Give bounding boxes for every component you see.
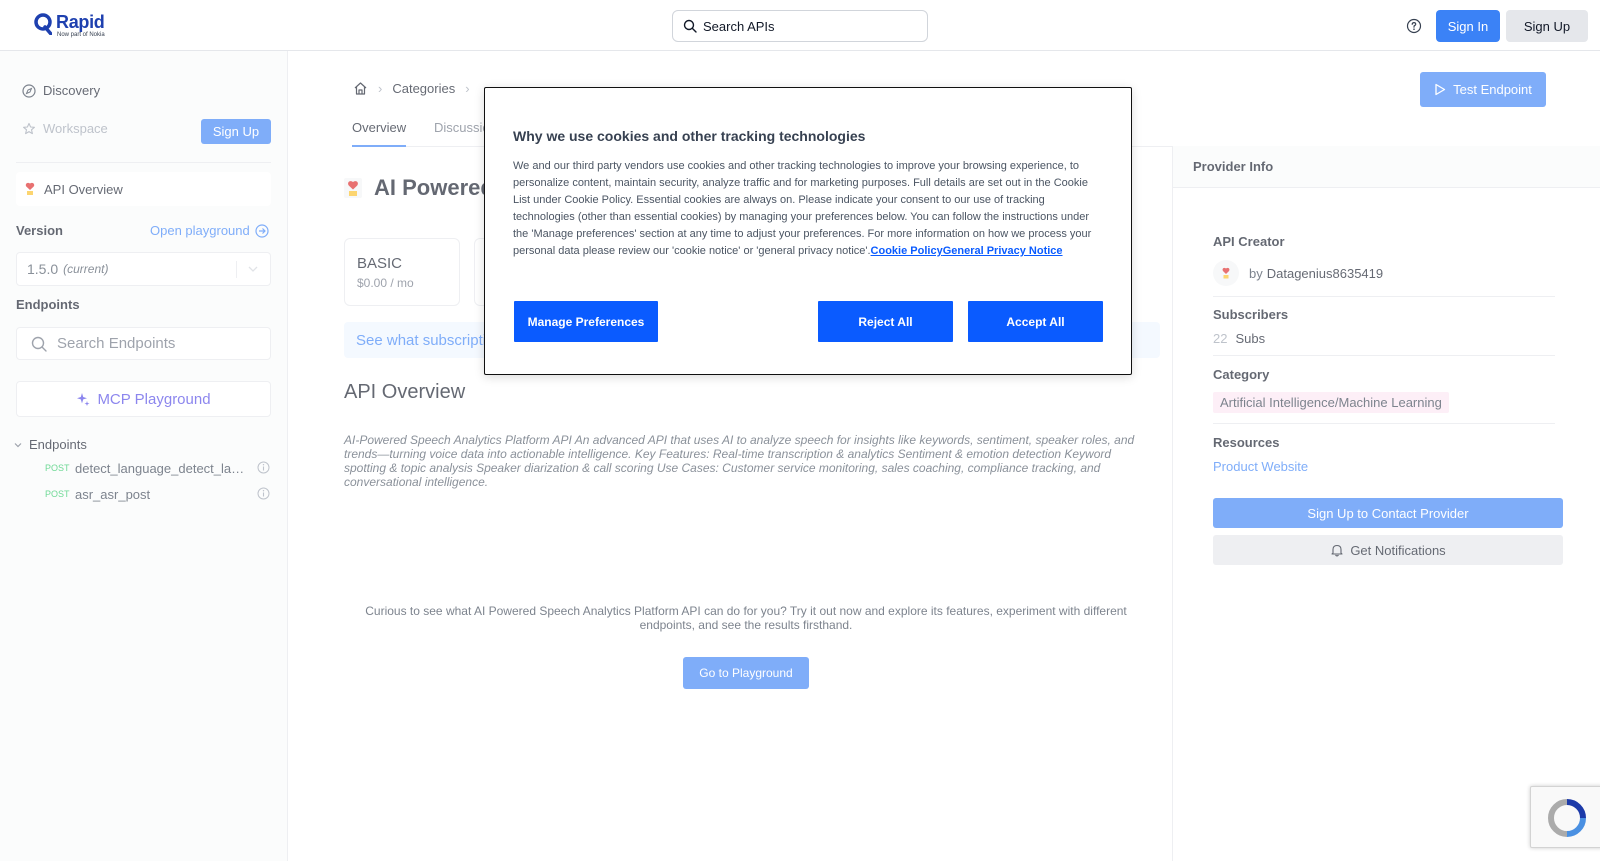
recaptcha-badge[interactable] xyxy=(1530,786,1600,848)
manage-preferences-button[interactable]: Manage Preferences xyxy=(514,301,658,342)
cookie-dialog-body: We and our third party vendors use cooki… xyxy=(513,158,1103,260)
sign-in-button[interactable]: Sign In xyxy=(1436,10,1500,42)
rapid-logo-icon xyxy=(34,13,53,36)
top-header: Rapid Now part of Nokia Search APIs Sign… xyxy=(0,0,1600,51)
help-icon[interactable] xyxy=(1406,18,1422,34)
cookie-policy-link[interactable]: Cookie Policy xyxy=(871,245,943,257)
reject-all-button[interactable]: Reject All xyxy=(818,301,953,342)
logo-subtitle: Now part of Nokia xyxy=(57,32,105,38)
search-apis-placeholder: Search APIs xyxy=(703,18,775,34)
cookie-body-text: We and our third party vendors use cooki… xyxy=(513,160,1092,257)
search-apis-input[interactable]: Search APIs xyxy=(672,10,928,42)
accept-all-button[interactable]: Accept All xyxy=(968,301,1103,342)
logo-name: Rapid xyxy=(56,12,105,32)
sign-up-button[interactable]: Sign Up xyxy=(1506,10,1588,42)
privacy-notice-link[interactable]: General Privacy Notice xyxy=(943,245,1063,257)
rapid-logo[interactable]: Rapid Now part of Nokia xyxy=(34,13,105,39)
recaptcha-icon xyxy=(1548,799,1586,837)
search-icon xyxy=(683,19,697,33)
cookie-dialog-title: Why we use cookies and other tracking te… xyxy=(513,128,866,144)
cookie-consent-dialog: Why we use cookies and other tracking te… xyxy=(484,87,1132,375)
